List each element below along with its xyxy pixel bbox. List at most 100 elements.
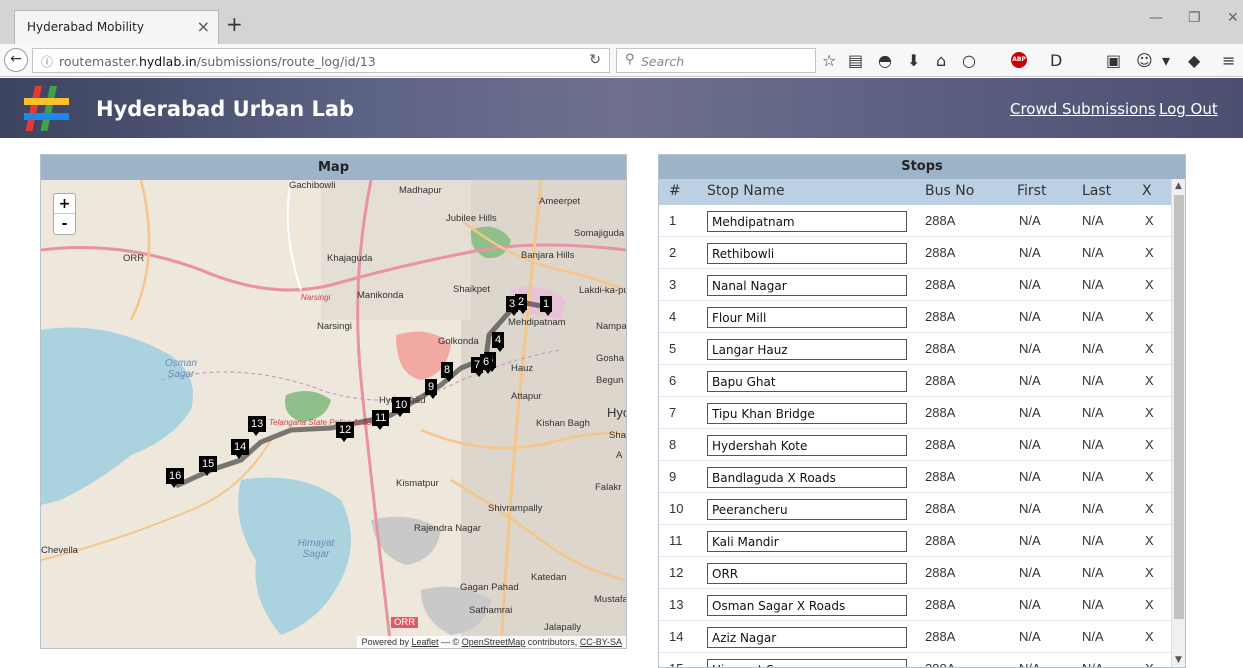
stops-scrollbar[interactable]: ▲ ▼ xyxy=(1171,179,1185,667)
stop-name-input[interactable] xyxy=(707,531,907,552)
map-marker-12[interactable]: 12 xyxy=(336,422,355,442)
delete-stop-button[interactable]: X xyxy=(1145,629,1154,644)
delete-stop-button[interactable]: X xyxy=(1145,533,1154,548)
map-label: Golkonda xyxy=(438,336,479,347)
bus-number: 288A xyxy=(925,661,955,667)
map-panel: Map Gachibowli Madhapur Ameerpet Jubilee… xyxy=(40,154,627,649)
bookmark-star-icon[interactable]: ☆ xyxy=(822,51,836,70)
map-label: Sha xyxy=(609,430,626,441)
reading-list-icon[interactable]: ▤ xyxy=(848,51,863,70)
url-bar[interactable]: ⓘ routemaster.hydlab.in/submissions/rout… xyxy=(32,48,610,73)
stop-name-input[interactable] xyxy=(707,339,907,360)
stops-panel-title: Stops xyxy=(659,155,1185,179)
map-marker-7[interactable]: 7 xyxy=(471,357,484,377)
table-row: 8 288A N/A N/A X xyxy=(659,429,1171,461)
map-marker-3[interactable]: 3 xyxy=(506,296,519,316)
map-attribution: Powered by Leaflet — © OpenStreetMap con… xyxy=(357,636,626,648)
map-marker-14[interactable]: 14 xyxy=(231,439,250,459)
delete-stop-button[interactable]: X xyxy=(1145,309,1154,324)
map-marker-8[interactable]: 8 xyxy=(441,362,454,382)
delete-stop-button[interactable]: X xyxy=(1145,213,1154,228)
map-canvas[interactable]: Gachibowli Madhapur Ameerpet Jubilee Hil… xyxy=(41,180,626,648)
delete-stop-button[interactable]: X xyxy=(1145,245,1154,260)
delete-stop-button[interactable]: X xyxy=(1145,469,1154,484)
stop-name-input[interactable] xyxy=(707,275,907,296)
zoom-out-button[interactable]: - xyxy=(54,214,75,234)
table-row: 11 288A N/A N/A X xyxy=(659,525,1171,557)
stop-name-input[interactable] xyxy=(707,403,907,424)
new-tab-icon[interactable]: + xyxy=(226,12,243,36)
scroll-thumb[interactable] xyxy=(1174,195,1184,619)
first-time: N/A xyxy=(1019,373,1041,388)
stop-name-input[interactable] xyxy=(707,307,907,328)
col-delete: X xyxy=(1142,183,1152,199)
map-label: Kismatpur xyxy=(396,478,439,489)
openstreetmap-link[interactable]: OpenStreetMap xyxy=(462,637,526,647)
extension-arrows-icon[interactable]: ◆ xyxy=(1188,51,1200,70)
info-icon[interactable]: ⓘ xyxy=(41,53,53,70)
table-row: 1 288A N/A N/A X xyxy=(659,205,1171,237)
delete-stop-button[interactable]: X xyxy=(1145,565,1154,580)
log-out-link[interactable]: Log Out xyxy=(1159,100,1218,118)
stop-name-input[interactable] xyxy=(707,563,907,584)
delete-stop-button[interactable]: X xyxy=(1145,405,1154,420)
map-label: Khajaguda xyxy=(327,253,373,264)
stop-name-input[interactable] xyxy=(707,211,907,232)
stop-name-input[interactable] xyxy=(707,595,907,616)
delete-stop-button[interactable]: X xyxy=(1145,501,1154,516)
window-close-icon[interactable]: ✕ xyxy=(1227,10,1239,26)
extension-d-icon[interactable]: D xyxy=(1050,51,1062,70)
stop-name-input[interactable] xyxy=(707,435,907,456)
pocket-icon[interactable]: ◓ xyxy=(878,51,892,70)
first-time: N/A xyxy=(1019,341,1041,356)
browser-tab[interactable]: Hyderabad Mobility × xyxy=(14,10,219,44)
map-marker-10[interactable]: 10 xyxy=(392,397,411,417)
stop-name-input[interactable] xyxy=(707,371,907,392)
delete-stop-button[interactable]: X xyxy=(1145,373,1154,388)
minimize-icon[interactable]: — xyxy=(1149,10,1163,26)
stop-name-input[interactable] xyxy=(707,627,907,648)
map-label: Somajiguda xyxy=(574,228,625,239)
zoom-in-button[interactable]: + xyxy=(54,194,75,214)
map-label: ORR xyxy=(123,253,145,264)
search-input[interactable]: ⚲ Search xyxy=(616,48,816,73)
delete-stop-button[interactable]: X xyxy=(1145,277,1154,292)
delete-stop-button[interactable]: X xyxy=(1145,597,1154,612)
tab-close-icon[interactable]: × xyxy=(197,17,210,36)
delete-stop-button[interactable]: X xyxy=(1145,437,1154,452)
stop-name-input[interactable] xyxy=(707,243,907,264)
extension-face-icon[interactable]: ☺ xyxy=(1136,51,1153,70)
map-marker-16[interactable]: 16 xyxy=(166,468,185,488)
adblock-icon[interactable]: ABP xyxy=(1011,52,1027,68)
screenshot-icon[interactable]: ▣ xyxy=(1106,51,1121,70)
hamburger-menu-icon[interactable]: ≡ xyxy=(1222,51,1235,70)
cc-by-sa-link[interactable]: CC-BY-SA xyxy=(580,637,622,647)
delete-stop-button[interactable]: X xyxy=(1145,341,1154,356)
map-label: Begun xyxy=(596,375,624,386)
stop-name-input[interactable] xyxy=(707,467,907,488)
reload-icon[interactable]: ↻ xyxy=(589,52,601,68)
delete-stop-button[interactable]: X xyxy=(1145,661,1154,667)
map-marker-1[interactable]: 1 xyxy=(540,296,553,316)
maximize-icon[interactable]: ❐ xyxy=(1188,10,1201,26)
map-marker-4[interactable]: 4 xyxy=(492,332,505,352)
last-time: N/A xyxy=(1082,565,1104,580)
map-marker-9[interactable]: 9 xyxy=(425,379,438,399)
stop-name-input[interactable] xyxy=(707,659,907,667)
back-arrow-icon[interactable]: ← xyxy=(4,48,28,72)
scroll-down-icon[interactable]: ▼ xyxy=(1175,655,1182,665)
download-icon[interactable]: ⬇ xyxy=(907,51,920,70)
last-time: N/A xyxy=(1082,373,1104,388)
home-icon[interactable]: ⌂ xyxy=(936,51,946,70)
crowd-submissions-link[interactable]: Crowd Submissions xyxy=(1010,100,1156,118)
chat-icon[interactable]: ○ xyxy=(962,51,976,70)
stop-name-input[interactable] xyxy=(707,499,907,520)
first-time: N/A xyxy=(1019,469,1041,484)
scroll-up-icon[interactable]: ▲ xyxy=(1175,181,1182,191)
leaflet-link[interactable]: Leaflet xyxy=(412,637,439,647)
search-placeholder: Search xyxy=(641,54,685,69)
map-marker-15[interactable]: 15 xyxy=(199,456,218,476)
map-marker-13[interactable]: 13 xyxy=(248,416,267,436)
chevron-down-icon[interactable]: ▾ xyxy=(1162,51,1170,70)
map-marker-11[interactable]: 11 xyxy=(372,410,390,430)
